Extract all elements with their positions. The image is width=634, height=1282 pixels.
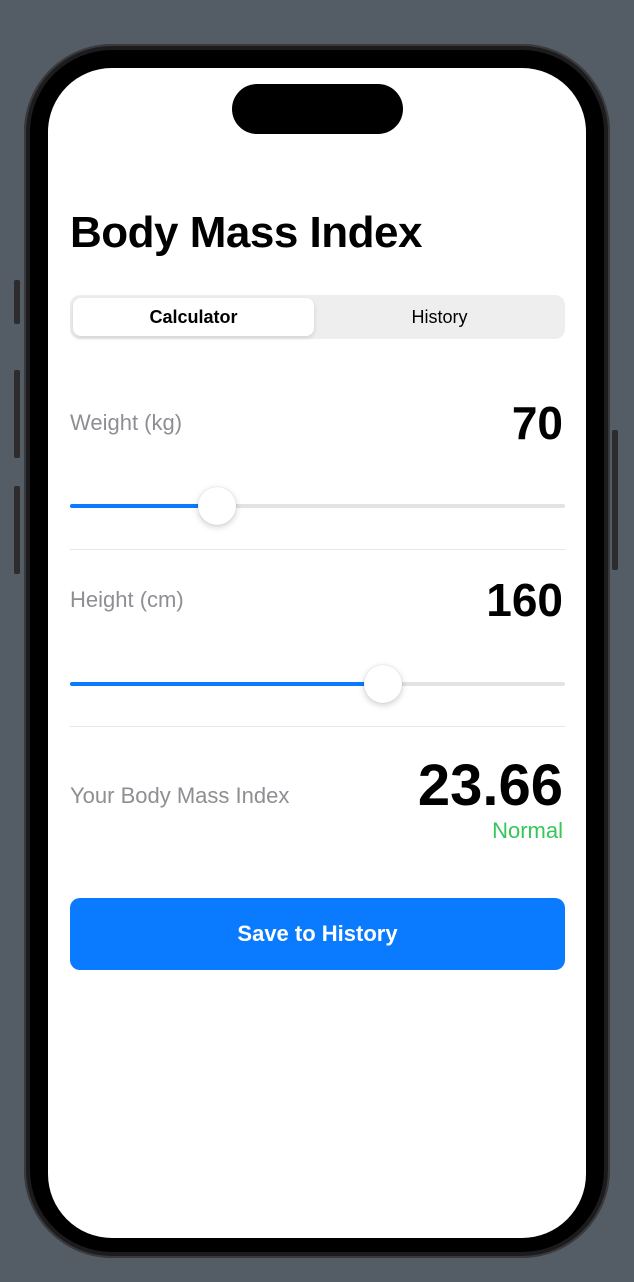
action-button [14, 280, 20, 324]
weight-slider-fill [70, 504, 217, 508]
tab-history[interactable]: History [317, 298, 562, 336]
tab-calculator[interactable]: Calculator [73, 298, 314, 336]
save-to-history-button[interactable]: Save to History [70, 898, 565, 970]
power-button [612, 430, 618, 570]
bmi-label: Your Body Mass Index [70, 783, 290, 808]
height-slider[interactable] [70, 664, 565, 704]
volume-down-button [14, 486, 20, 574]
app-screen: Body Mass Index Calculator History Weigh… [48, 68, 586, 1238]
height-value: 160 [486, 574, 563, 626]
weight-label: Weight (kg) [70, 410, 183, 435]
segmented-control: Calculator History [70, 295, 565, 339]
height-label: Height (cm) [70, 587, 184, 612]
volume-up-button [14, 370, 20, 458]
weight-slider-thumb[interactable] [197, 487, 236, 525]
bmi-value: 23.66 [417, 753, 563, 818]
bmi-status-badge: Normal [492, 818, 563, 843]
dynamic-island [232, 84, 403, 134]
divider [70, 549, 565, 550]
height-slider-fill [70, 682, 383, 686]
weight-value: 70 [511, 397, 563, 449]
page-title: Body Mass Index [70, 208, 422, 257]
divider [70, 726, 565, 727]
height-slider-thumb[interactable] [363, 665, 402, 703]
weight-slider[interactable] [70, 486, 565, 526]
